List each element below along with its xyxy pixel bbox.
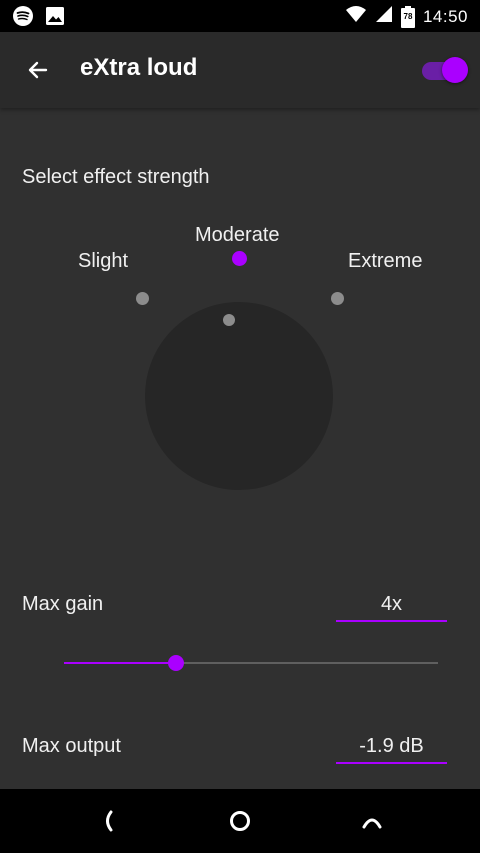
option-slight-dot[interactable] (136, 292, 149, 305)
battery-level-text: 78 (403, 11, 413, 21)
option-moderate-label[interactable]: Moderate (195, 224, 280, 247)
enable-toggle[interactable] (420, 54, 470, 86)
max-output-underline (336, 762, 447, 764)
recents-icon (362, 818, 382, 829)
signal-icon (375, 5, 393, 28)
strength-knob[interactable] (145, 302, 333, 490)
option-extreme-dot[interactable] (331, 292, 344, 305)
back-button[interactable] (20, 52, 56, 88)
nav-back-icon (106, 810, 113, 832)
page-title: eXtra loud (80, 54, 198, 81)
back-nav-button[interactable] (92, 805, 124, 837)
max-gain-underline (336, 620, 447, 622)
option-slight-label[interactable]: Slight (78, 250, 128, 273)
option-moderate-dot[interactable] (232, 251, 247, 266)
app-bar: eXtra loud (0, 32, 480, 108)
knob-indicator (223, 314, 235, 326)
max-output-label: Max output (22, 735, 121, 757)
wifi-icon (345, 5, 367, 28)
spotify-icon (12, 5, 34, 32)
home-icon (230, 811, 250, 831)
slider-thumb[interactable] (168, 655, 184, 671)
arrow-back-icon (28, 61, 48, 79)
option-extreme-label[interactable]: Extreme (348, 250, 422, 273)
slider-track-fill (64, 662, 176, 664)
recents-nav-button[interactable] (356, 805, 388, 837)
max-output-value[interactable]: -1.9 dB (336, 735, 447, 758)
max-gain-label: Max gain (22, 593, 104, 615)
effect-strength-title: Select effect strength (22, 166, 210, 188)
battery-icon: 78 (400, 5, 415, 28)
max-gain-value[interactable]: 4x (336, 593, 447, 616)
toggle-thumb (442, 57, 468, 83)
home-nav-button[interactable] (224, 805, 256, 837)
clock: 14:50 (422, 6, 468, 26)
image-icon (44, 5, 66, 32)
max-gain-slider[interactable] (64, 654, 438, 672)
status-bar: 78 14:50 (0, 0, 480, 32)
navigation-bar (0, 789, 480, 853)
